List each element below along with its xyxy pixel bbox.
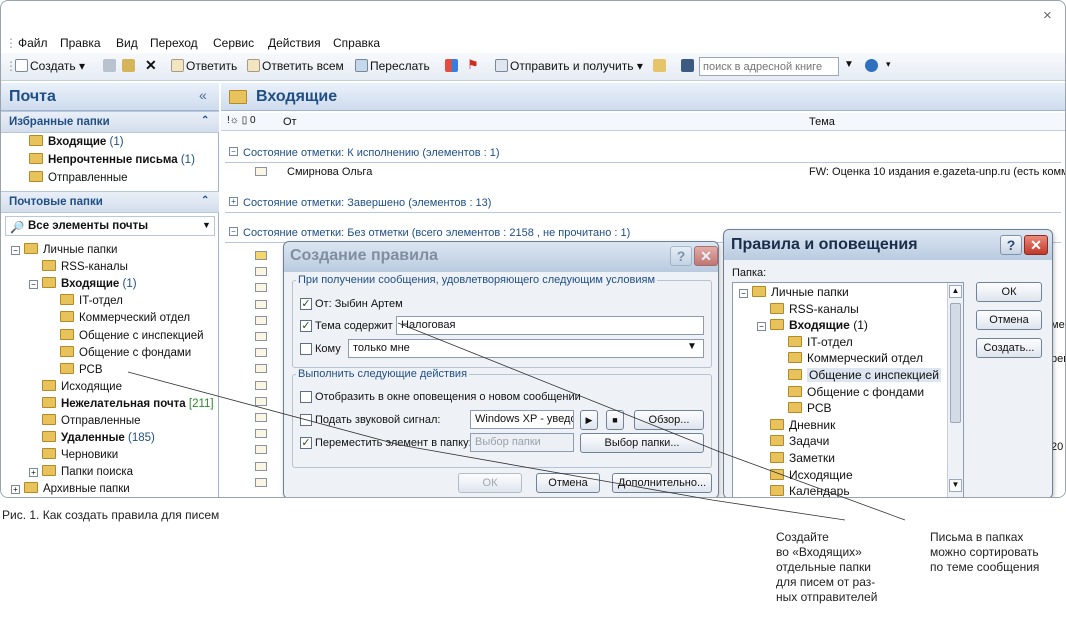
callout-line: можно сортировать <box>930 545 1039 559</box>
callout-line: Письма в папках <box>930 530 1024 544</box>
callout-line: во «Входящих» <box>776 545 862 559</box>
callout-line: по теме сообщения <box>930 560 1040 574</box>
callout-line: отдельные папки <box>776 560 871 574</box>
callout-leader-lines <box>127 322 906 521</box>
leader-line-right <box>397 322 906 521</box>
callout-line: для писем от раз- <box>776 575 876 589</box>
figure-caption: Рис. 1. Как создать правила для писем <box>2 508 220 522</box>
callout-left: Создайте во «Входящих» отдельные папки для … <box>776 530 877 605</box>
callout-line: Создайте <box>776 530 829 544</box>
leader-line-left <box>127 371 846 521</box>
callout-line: ных отправителей <box>776 590 878 604</box>
callout-right: Письма в папках можно сортировать по теме … <box>930 530 1039 575</box>
